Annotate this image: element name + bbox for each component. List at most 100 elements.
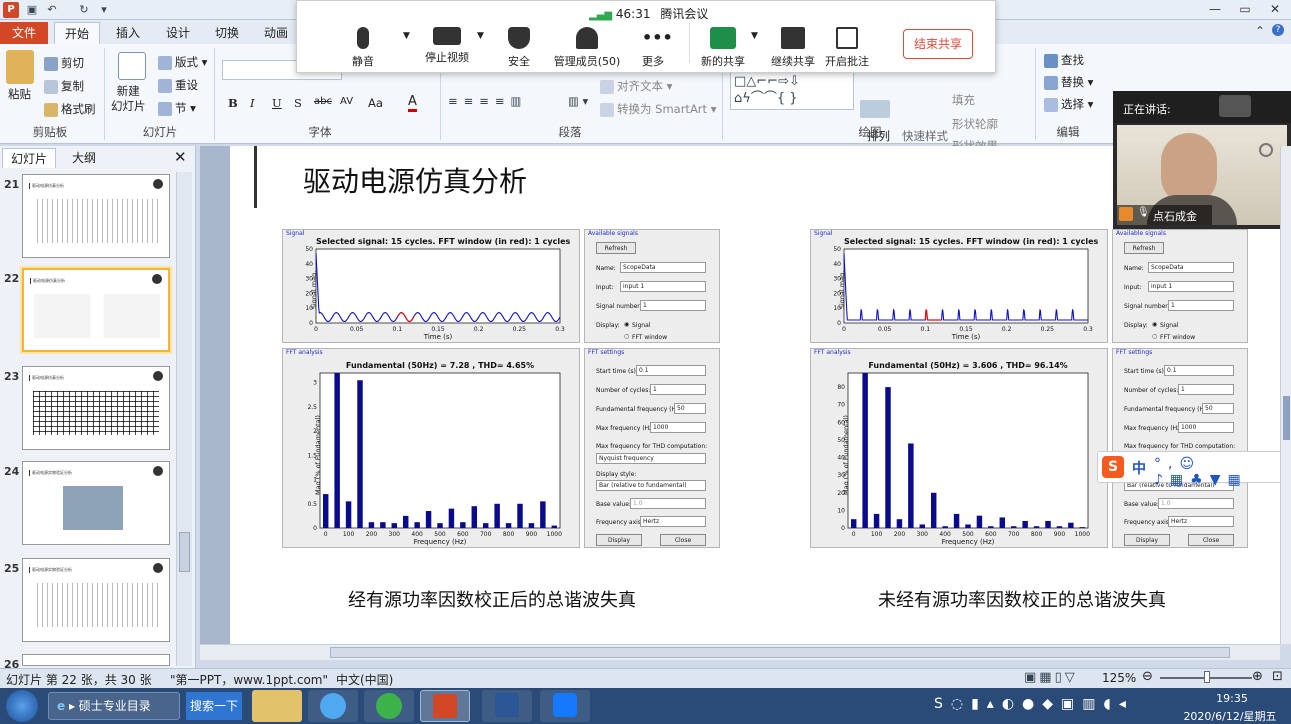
smartart-button[interactable]: 转换为 SmartArt ▾ [600,101,716,117]
stop-video-button[interactable]: 停止视频 [417,27,477,65]
display-fft-radio[interactable]: ○ [624,333,629,340]
char-spacing-button[interactable]: AV [340,96,353,107]
360-browser-icon[interactable] [364,690,414,722]
arrange-icon[interactable] [860,100,890,118]
tab-outline[interactable]: 大纲 [64,148,104,168]
system-tray-icons[interactable]: S◌▮▴◐●◆▣▥◖◂ [934,696,1134,712]
replace-button[interactable]: 替换 ▾ [1044,74,1093,90]
security-button[interactable]: 安全 [489,27,549,69]
start-button[interactable] [6,690,38,722]
save-icon[interactable]: ▣ [24,2,40,18]
tab-home[interactable]: 开始 [54,22,101,44]
base-value-input[interactable]: 1.0 [1158,498,1234,509]
horizontal-scroll-thumb[interactable] [330,647,1230,658]
select-button[interactable]: 选择 ▾ [1044,96,1093,112]
paste-button[interactable]: 粘贴 [8,86,31,102]
thd-select[interactable]: Nyquist frequency [596,453,706,464]
zoom-in-icon[interactable]: ⊕ [1252,669,1263,684]
view-buttons[interactable]: ▣▦▯▽ [1024,670,1078,685]
display-style-select[interactable]: Bar (relative to fundamental) [596,480,706,491]
pane-scrollbar[interactable] [176,172,192,666]
section-button[interactable]: 节 ▾ [158,100,196,116]
share-options-chevron-icon[interactable]: ▼ [751,31,758,41]
reset-button[interactable]: 重设 [158,77,198,93]
tab-slides[interactable]: 幻灯片 [2,148,57,168]
taskbar-clock[interactable]: 19:35 [1190,692,1274,705]
internet-explorer-icon[interactable] [308,690,358,722]
new-slide-button[interactable]: 新建 幻灯片 [111,84,146,114]
caption-left[interactable]: 经有源功率因数校正后的总谐波失真 [348,586,636,612]
tencent-meeting-taskbar-icon[interactable] [540,690,590,722]
name-select[interactable]: ScopeData [620,262,706,273]
file-explorer-icon[interactable] [252,690,302,722]
fundamental-input[interactable]: 50 [674,403,706,414]
close-pane-icon[interactable]: ✕ [174,148,187,166]
close-button[interactable]: ✕ [1260,0,1290,18]
bold-button[interactable]: B [228,96,238,110]
manage-members-button[interactable]: 管理成员(50) [553,27,621,69]
vertical-scrollbar[interactable] [1280,146,1291,644]
start-time-input[interactable]: 0.1 [1164,365,1234,376]
slide-thumbnail[interactable]: 驱动电源实物验证分析 [22,558,170,642]
more-button[interactable]: ••• 更多 [623,27,683,69]
align-text-button[interactable]: 对齐文本 ▾ [600,78,672,94]
format-painter-button[interactable]: 格式刷 [44,101,96,117]
zoom-level[interactable]: 125% [1102,671,1136,685]
frequency-axis-select[interactable]: Hertz [640,516,706,527]
fundamental-input[interactable]: 50 [1202,403,1234,414]
new-share-button[interactable]: 新的共享 [693,27,753,69]
cut-button[interactable]: 剪切 [44,55,84,71]
tab-animations[interactable]: 动画 [254,22,298,44]
strikethrough-button[interactable]: abc [314,96,332,107]
zoom-out-icon[interactable]: ⊖ [1142,669,1153,684]
shadow-button[interactable]: S [294,96,302,110]
taskbar-search-button[interactable]: 搜索一下 [186,692,242,720]
input-select[interactable]: input 1 [1148,281,1234,292]
refresh-button[interactable]: Refresh [1124,242,1164,254]
fit-to-window-icon[interactable]: ⊡ [1272,669,1283,684]
language-indicator[interactable]: 中文(中国) [336,671,393,688]
zoom-slider-thumb[interactable] [1204,671,1210,683]
ime-mode-toggle[interactable]: 中 [1132,458,1146,478]
input-select[interactable]: input 1 [620,281,706,292]
display-button[interactable]: Display [596,534,642,546]
minimize-button[interactable]: — [1200,0,1230,18]
base-value-input[interactable]: 1.0 [630,498,706,509]
vertical-scroll-thumb[interactable] [1283,396,1290,440]
shape-fill-button[interactable]: 填充 [952,92,975,108]
powerpoint-taskbar-icon[interactable] [420,690,470,722]
font-color-button[interactable]: A [408,94,417,112]
change-case-button[interactable]: Aa [368,96,383,110]
slide-title[interactable]: 驱动电源仿真分析 [303,160,527,200]
maximize-button[interactable]: ▭ [1230,0,1260,18]
new-slide-icon[interactable] [118,52,146,80]
display-fft-radio[interactable]: ○ [1152,333,1157,340]
underline-button[interactable]: U [272,96,282,110]
tab-transitions[interactable]: 切换 [205,22,249,44]
mute-options-chevron-icon[interactable]: ▼ [403,31,410,41]
annotate-button[interactable]: 开启批注 [817,27,877,69]
max-frequency-input[interactable]: 1000 [650,422,706,433]
find-button[interactable]: 查找 [1044,52,1084,68]
customize-quick-access-icon[interactable]: ▾ [96,2,112,18]
taskbar-date[interactable]: 2020/6/12/星期五 [1176,708,1284,724]
tab-design[interactable]: 设计 [156,22,200,44]
word-taskbar-icon[interactable] [482,690,532,722]
cycles-input[interactable]: 1 [650,384,706,395]
slide-thumbnail[interactable]: 驱动电源仿真分析 [22,174,170,258]
ime-tool-icons[interactable]: °,☺♪▦♣▼▦ [1154,456,1290,488]
sogou-logo-icon[interactable]: S [1102,456,1124,478]
signal-number-select[interactable]: 1 [640,300,706,311]
pane-scroll-thumb[interactable] [179,532,190,572]
display-signal-radio[interactable]: ◉ [1152,321,1157,328]
shape-outline-button[interactable]: 形状轮廓 [952,116,998,132]
slide-thumbnail[interactable]: 驱动电源仿真分析 [22,366,170,450]
max-frequency-input[interactable]: 1000 [1178,422,1234,433]
slide-thumbnail[interactable]: 驱动电源实物验证分析 [22,461,170,545]
help-icon[interactable]: ? [1272,24,1284,36]
close-button[interactable]: Close [660,534,706,546]
collapse-ribbon-icon[interactable]: ⌃ [1255,24,1265,38]
shapes-gallery[interactable]: □△⌐⌐⇨⇩ ⌂ϟ⌒⌒{ } [730,72,854,110]
quick-styles-button[interactable]: 快速样式 [902,128,948,144]
cycles-input[interactable]: 1 [1178,384,1234,395]
